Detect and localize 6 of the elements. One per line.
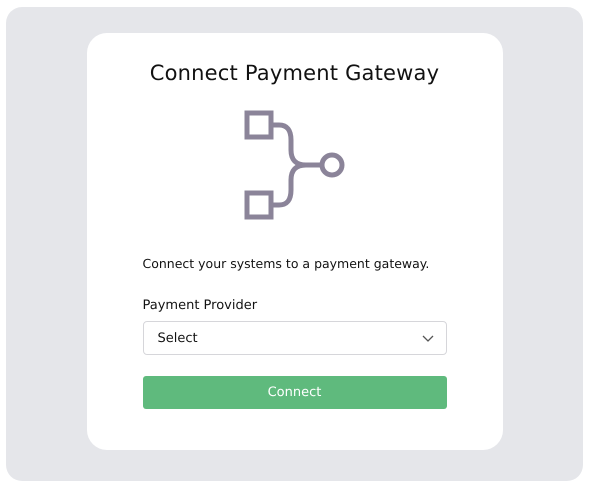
provider-select[interactable]: Select bbox=[142, 321, 446, 355]
connection-icon bbox=[244, 110, 346, 220]
field-label: Payment Provider bbox=[142, 298, 258, 313]
chevron-down-icon bbox=[422, 334, 434, 342]
dialog-title: Connect Payment Gateway bbox=[150, 61, 440, 85]
description-text: Connect your systems to a payment gateway. bbox=[142, 256, 430, 271]
